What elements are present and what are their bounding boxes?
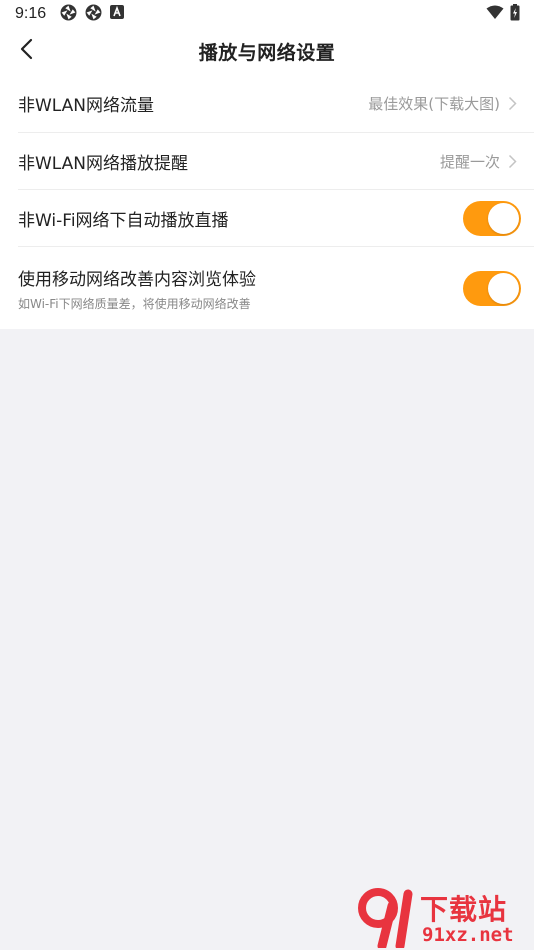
watermark-url: 91xz.net [422,924,514,946]
wifi-icon [486,5,504,23]
battery-charging-icon [510,3,520,25]
setting-row-autoplay-live: 非Wi-Fi网络下自动播放直播 [18,190,534,247]
setting-row-mobile-network-improve: 使用移动网络改善内容浏览体验 如Wi-Fi下网络质量差，将使用移动网络改善 [18,247,534,329]
aperture-icon [85,4,102,25]
setting-row-wlan-traffic[interactable]: 非WLAN网络流量 最佳效果(下载大图) [18,74,534,133]
chevron-right-icon [508,95,520,111]
autoplay-live-toggle[interactable] [463,200,521,236]
font-a-icon [110,5,125,23]
setting-title: 非Wi-Fi网络下自动播放直播 [18,210,229,231]
back-button[interactable] [10,35,42,67]
toggle-knob [488,272,519,304]
chevron-left-icon [19,38,33,64]
top-panel: 9:16 播放与网络设置 非WLAN网络流量 最佳效果(下载大图) 非WLAN网… [0,0,534,329]
watermark-logo-icon [358,888,413,950]
setting-title: 使用移动网络改善内容浏览体验 [18,269,256,290]
watermark: 下载站 91xz.net [358,888,530,950]
watermark-text: 下载站 [420,893,508,926]
settings-list: 非WLAN网络流量 最佳效果(下载大图) 非WLAN网络播放提醒 提醒一次 非W… [0,74,534,329]
aperture-icon [60,4,77,25]
mobile-network-improve-toggle[interactable] [463,270,521,306]
chevron-right-icon [508,153,520,169]
setting-row-wlan-play-reminder[interactable]: 非WLAN网络播放提醒 提醒一次 [18,133,534,190]
setting-value: 最佳效果(下载大图) [368,94,500,113]
setting-title: 非WLAN网络播放提醒 [18,153,189,174]
nav-bar: 播放与网络设置 [0,28,534,74]
toggle-knob [488,202,519,234]
status-bar: 9:16 [0,0,534,28]
status-time: 9:16 [15,5,47,22]
setting-value: 提醒一次 [439,152,500,171]
setting-title: 非WLAN网络流量 [18,95,155,116]
page-title: 播放与网络设置 [198,41,336,64]
setting-subtitle: 如Wi-Fi下网络质量差，将使用移动网络改善 [18,296,251,311]
